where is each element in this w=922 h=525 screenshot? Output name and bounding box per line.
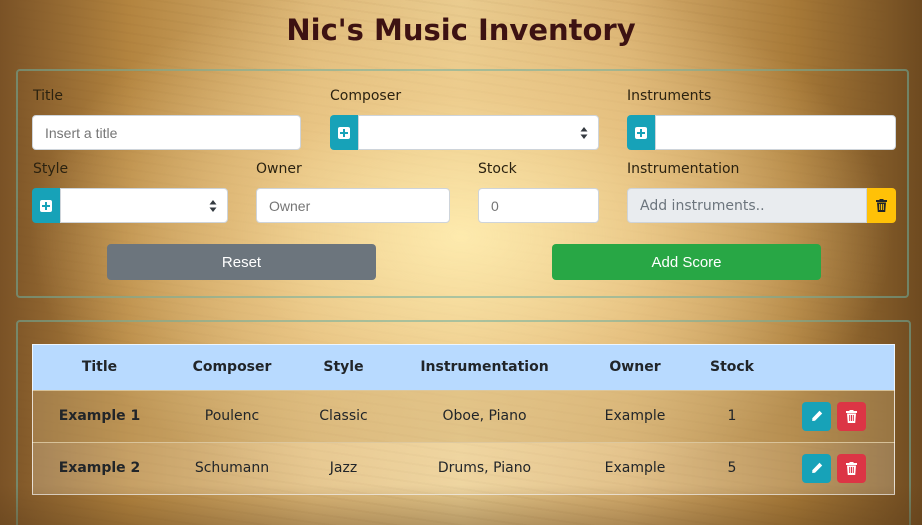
reset-button[interactable]: Reset (107, 244, 376, 280)
instrumentation-label: Instrumentation (627, 161, 740, 177)
add-instrument-button[interactable] (627, 115, 655, 150)
edit-button[interactable] (802, 453, 831, 483)
cell-stock: 1 (727, 408, 737, 424)
header-actions (773, 344, 895, 390)
cell-owner: Example (604, 460, 666, 477)
title-label: Title (33, 88, 64, 104)
clear-instrumentation-button[interactable] (867, 188, 896, 223)
cell-title: Example 2 (58, 460, 141, 477)
inventory-table: Title Composer Style Instrumentation Own… (32, 344, 895, 494)
stock-label: Stock (478, 161, 517, 177)
cell-actions (773, 390, 895, 442)
select-arrows-icon (580, 127, 588, 139)
composer-select[interactable] (358, 115, 599, 150)
instruments-select[interactable] (655, 115, 896, 150)
owner-input[interactable] (256, 188, 450, 223)
table-row: Example 1 Poulenc Classic Oboe, Piano Ex… (32, 390, 895, 442)
cell-instrumentation: Oboe, Piano (442, 408, 527, 424)
plus-square-icon (40, 199, 52, 212)
instruments-label: Instruments (627, 88, 712, 104)
trash-icon (846, 461, 857, 475)
delete-button[interactable] (837, 401, 866, 431)
trash-icon (876, 199, 887, 212)
style-label: Style (33, 161, 69, 177)
style-select[interactable] (60, 188, 228, 223)
stock-input[interactable] (478, 188, 599, 223)
cell-title: Example 1 (58, 408, 141, 424)
header-instrumentation: Instrumentation (420, 358, 549, 375)
table-row: Example 2 Schumann Jazz Drums, Piano Exa… (32, 442, 895, 494)
plus-square-icon (338, 126, 350, 139)
cell-actions (773, 442, 895, 494)
owner-label: Owner (256, 161, 302, 177)
cell-style: Classic (319, 408, 368, 424)
cell-owner: Example (604, 408, 666, 424)
header-owner: Owner (609, 358, 661, 375)
pencil-icon (811, 410, 822, 421)
add-style-button[interactable] (32, 188, 60, 223)
title-input[interactable] (32, 115, 301, 150)
select-arrows-icon (209, 200, 217, 212)
cell-instrumentation: Drums, Piano (437, 460, 532, 477)
plus-square-icon (635, 126, 647, 139)
add-composer-button[interactable] (330, 115, 358, 150)
cell-composer: Schumann (194, 460, 270, 477)
header-title: Title (81, 358, 118, 375)
cell-style: Jazz (329, 460, 358, 477)
header-style: Style (323, 358, 364, 375)
instrumentation-field[interactable]: Add instruments.. (627, 188, 867, 223)
header-composer: Composer (192, 358, 272, 375)
page-title: Nic's Music Inventory (286, 13, 636, 47)
delete-button[interactable] (837, 453, 866, 483)
edit-button[interactable] (802, 401, 831, 431)
composer-label: Composer (330, 88, 402, 104)
pencil-icon (811, 463, 822, 474)
cell-composer: Poulenc (204, 408, 260, 424)
table-header-row: Title Composer Style Instrumentation Own… (32, 344, 895, 390)
cell-stock: 5 (727, 460, 737, 477)
add-score-button[interactable]: Add Score (552, 244, 821, 280)
trash-icon (846, 409, 857, 423)
header-stock: Stock (709, 358, 754, 375)
